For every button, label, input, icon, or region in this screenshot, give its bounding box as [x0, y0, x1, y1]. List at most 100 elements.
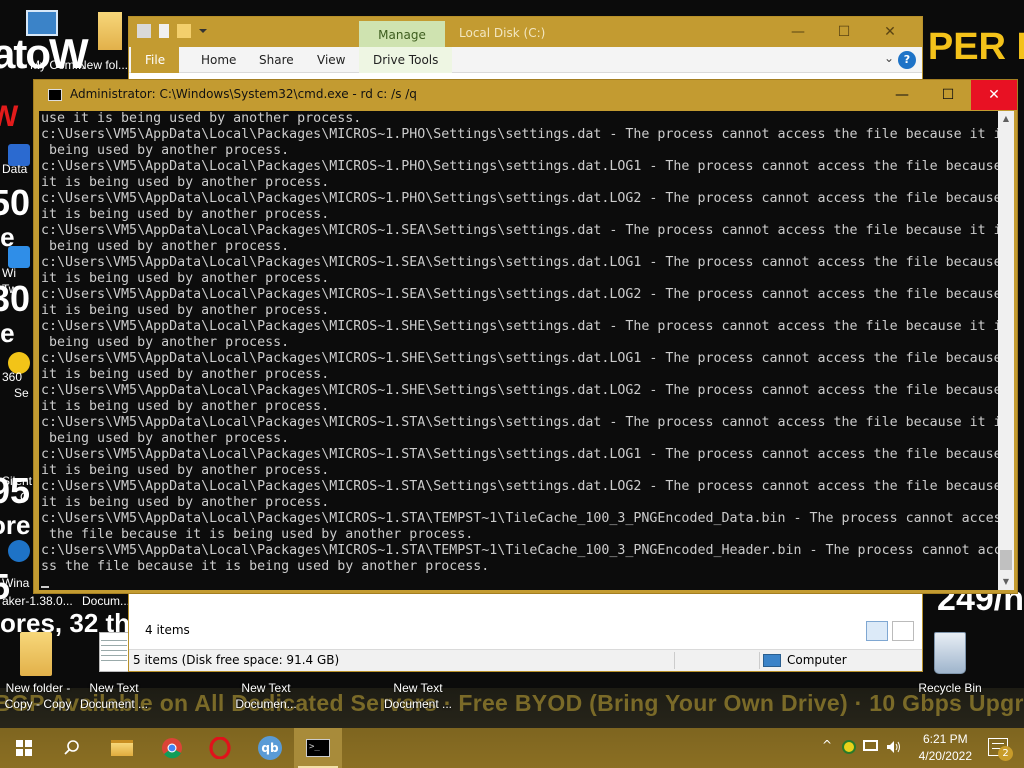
taskbar-file-explorer[interactable]: [98, 728, 146, 768]
desktop-icon-recycle-bin[interactable]: Recycle Bin: [912, 632, 988, 696]
tab-drive-tools[interactable]: Drive Tools: [359, 47, 453, 73]
desktop-icon-label: 360: [2, 370, 23, 384]
taskbar-qbittorrent[interactable]: qb: [246, 728, 294, 768]
taskbar-opera[interactable]: [196, 728, 244, 768]
maximize-button[interactable]: ☐: [824, 21, 864, 43]
wallpaper-fragment: ore: [0, 510, 31, 540]
terminal-icon: >_: [306, 739, 330, 757]
wallpaper-fragment: W: [0, 100, 19, 133]
desktop-icon-label: Data: [2, 162, 28, 176]
chevron-down-icon[interactable]: [199, 29, 207, 33]
console-line: c:\Users\VM5\AppData\Local\Packages\MICR…: [41, 287, 1000, 302]
search-icon: [64, 740, 79, 755]
console-text: use it is being used by another process.…: [41, 111, 1000, 575]
tab-home[interactable]: Home: [187, 47, 250, 73]
desktop-icon-label: New fol...: [78, 58, 129, 72]
desktop-app-icon[interactable]: [8, 540, 30, 562]
desktop-app-icon[interactable]: [8, 246, 30, 268]
close-button[interactable]: ✕: [971, 80, 1017, 110]
close-button[interactable]: ✕: [870, 21, 910, 43]
details-view-button[interactable]: [866, 621, 888, 641]
text-cursor: [41, 586, 49, 588]
vertical-scrollbar[interactable]: ▲ ▼: [998, 111, 1014, 590]
scroll-down-icon[interactable]: ▼: [998, 574, 1014, 590]
notification-center-button[interactable]: 2: [988, 738, 1013, 761]
properties-icon[interactable]: [137, 24, 151, 38]
scrollbar-thumb[interactable]: [1000, 550, 1012, 570]
maximize-button[interactable]: ☐: [925, 80, 971, 110]
console-line: being used by another process.: [41, 143, 290, 158]
window-title: Local Disk (C:): [459, 26, 546, 40]
tab-manage[interactable]: Manage: [359, 21, 445, 47]
recycle-bin-icon: [932, 632, 968, 676]
desktop-icon-label: New Text Document ...: [79, 681, 149, 711]
console-line: c:\Users\VM5\AppData\Local\Packages\MICR…: [41, 511, 1000, 526]
clock-time: 6:21 PM: [922, 732, 968, 746]
quick-access-toolbar: [137, 24, 207, 38]
console-output[interactable]: use it is being used by another process.…: [39, 111, 1000, 590]
desktop-icon-label: Silent: [2, 474, 33, 488]
wallpaper-right-banner: PER D: [927, 26, 1024, 68]
console-line: c:\Users\VM5\AppData\Local\Packages\MICR…: [41, 479, 1000, 494]
desktop-icon-label: aker-1.38.0...: [2, 594, 73, 608]
clock-date: 4/20/2022: [918, 749, 972, 763]
status-text: 5 items (Disk free space: 91.4 GB): [133, 653, 340, 667]
minimize-button[interactable]: —: [778, 21, 818, 43]
desktop-icon-label: New Text Document ...: [383, 681, 453, 711]
desktop-icon-label: C: [20, 490, 29, 504]
start-button[interactable]: [0, 728, 48, 768]
desktop-icon-label: Docum...: [82, 594, 131, 608]
large-icons-view-button[interactable]: [892, 621, 914, 641]
desktop-icon-label: My Com...: [30, 58, 85, 72]
console-line: it is being used by another process.: [41, 175, 330, 190]
taskbar-command-prompt[interactable]: >_: [294, 728, 342, 768]
chevron-down-icon[interactable]: ⌄: [884, 51, 894, 65]
taskbar-chrome[interactable]: [148, 728, 196, 768]
windows-logo-icon: [16, 740, 32, 756]
console-line: it is being used by another process.: [41, 207, 330, 222]
terminal-icon: [48, 89, 62, 101]
console-line: it is being used by another process.: [41, 271, 330, 286]
help-button[interactable]: ?: [898, 51, 916, 69]
volume-icon[interactable]: [886, 740, 902, 757]
tray-app-icon[interactable]: [842, 740, 856, 754]
cmd-titlebar[interactable]: Administrator: C:\Windows\System32\cmd.e…: [34, 80, 1017, 110]
console-line: it is being used by another process.: [41, 399, 330, 414]
command-prompt-window[interactable]: Administrator: C:\Windows\System32\cmd.e…: [33, 79, 1018, 594]
console-line: it is being used by another process.: [41, 463, 330, 478]
folder-icon: [111, 740, 133, 756]
chrome-icon: [162, 738, 182, 759]
console-line: ss the file because it is being used by …: [41, 559, 490, 574]
new-folder-icon[interactable]: [177, 24, 191, 38]
tab-file[interactable]: File: [131, 47, 180, 73]
text-document-icon: [96, 632, 132, 676]
desktop-icon-label: Tw: [2, 282, 18, 296]
clock[interactable]: 6:21 PM 4/20/2022: [919, 731, 972, 765]
console-line: use it is being used by another process.: [41, 111, 362, 126]
console-line: it is being used by another process.: [41, 495, 330, 510]
console-line: c:\Users\VM5\AppData\Local\Packages\MICR…: [41, 351, 1000, 366]
folder-icon: [20, 632, 56, 676]
console-line: c:\Users\VM5\AppData\Local\Packages\MICR…: [41, 447, 1000, 462]
minimize-button[interactable]: —: [879, 80, 925, 110]
desktop-icon-new-folder[interactable]: [98, 12, 122, 50]
console-line: c:\Users\VM5\AppData\Local\Packages\MICR…: [41, 127, 1000, 142]
scroll-up-icon[interactable]: ▲: [998, 111, 1014, 127]
console-line: c:\Users\VM5\AppData\Local\Packages\MICR…: [41, 255, 1000, 270]
search-button[interactable]: [48, 728, 96, 768]
tab-share[interactable]: Share: [245, 47, 308, 73]
network-icon[interactable]: [863, 740, 878, 751]
checkmark-icon[interactable]: [159, 24, 169, 38]
desktop-icon-label: Wi: [2, 266, 16, 280]
computer-icon: [26, 10, 58, 36]
status-separator: [674, 652, 675, 669]
tab-view[interactable]: View: [303, 47, 359, 73]
desktop-icon-my-computer[interactable]: [26, 10, 66, 46]
wallpaper-bottom-banner: BGP Available on All Dedicated Servers ·…: [0, 690, 1024, 716]
desktop-icon-label: Wina: [2, 576, 30, 590]
console-line: being used by another process.: [41, 335, 290, 350]
explorer-titlebar[interactable]: Manage Local Disk (C:) — ☐ ✕: [129, 17, 922, 47]
window-title: Administrator: C:\Windows\System32\cmd.e…: [70, 87, 417, 101]
show-hidden-icons-button[interactable]: ^: [822, 738, 832, 752]
desktop-icon-new-folder-copy[interactable]: New folder - Copy - Copy: [0, 632, 76, 712]
